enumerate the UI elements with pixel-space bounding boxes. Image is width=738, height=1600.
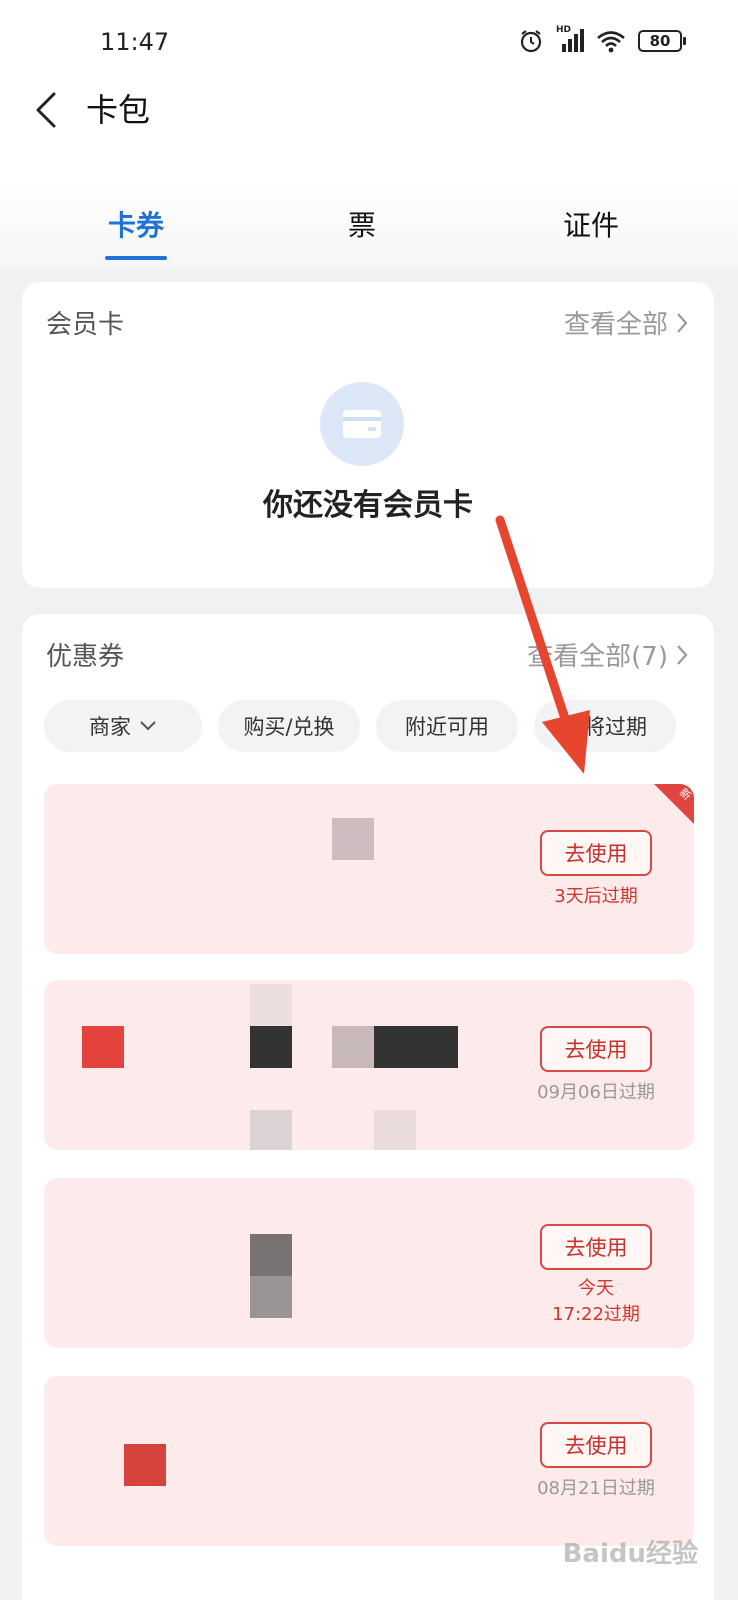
chevron-right-icon bbox=[677, 312, 688, 333]
tab-coupons-label: 卡券 bbox=[107, 209, 164, 242]
tab-coupons[interactable]: 卡券 bbox=[105, 204, 167, 260]
filter-nearby[interactable]: 附近可用 bbox=[376, 700, 518, 752]
use-coupon-button[interactable]: 去使用 bbox=[540, 1026, 652, 1072]
watermark: Baidu经验 bbox=[562, 1539, 698, 1569]
card-icon bbox=[343, 410, 381, 438]
wifi-icon bbox=[596, 29, 626, 53]
page-title: 卡包 bbox=[86, 91, 151, 129]
coupon-view-all[interactable]: 查看全部(7) bbox=[527, 636, 690, 673]
coupon-item[interactable]: 去使用 今天 17:22过期 bbox=[44, 1178, 694, 1348]
coupon-expiry-line1: 08月21日过期 bbox=[537, 1478, 655, 1499]
alarm-icon bbox=[518, 28, 544, 54]
redacted-block bbox=[250, 1234, 292, 1276]
redacted-block bbox=[250, 1110, 292, 1150]
redacted-block bbox=[332, 818, 374, 860]
redacted-block bbox=[250, 984, 292, 1026]
coupon-expiry-line2: 17:22过期 bbox=[552, 1304, 640, 1325]
chevron-left-icon bbox=[36, 92, 56, 128]
filter-merchant-label: 商家 bbox=[89, 715, 131, 739]
coupon-view-all-label: 查看全部(7) bbox=[527, 642, 668, 672]
tab-bar: 卡券 票 证件 bbox=[0, 180, 738, 270]
tab-tickets[interactable]: 票 bbox=[346, 204, 378, 260]
tab-active-indicator bbox=[105, 256, 167, 260]
status-time: 11:47 bbox=[100, 28, 170, 56]
coupon-expiry: 09月06日过期 bbox=[510, 1080, 682, 1106]
member-card-title: 会员卡 bbox=[46, 310, 125, 340]
chevron-right-icon bbox=[677, 644, 688, 665]
app-header: 卡包 bbox=[0, 80, 738, 180]
member-card-section: 会员卡 查看全部 你还没有会员卡 bbox=[22, 282, 714, 588]
use-coupon-button[interactable]: 去使用 bbox=[540, 1422, 652, 1468]
coupon-expiry: 今天 17:22过期 bbox=[510, 1276, 682, 1328]
filter-expiring-soon-label: 即将过期 bbox=[563, 715, 647, 739]
empty-member-card-text: 你还没有会员卡 bbox=[263, 488, 473, 523]
redacted-block bbox=[250, 1026, 292, 1068]
redacted-block bbox=[374, 1026, 458, 1068]
member-card-view-all-label: 查看全部 bbox=[563, 310, 668, 340]
status-icons: HD 80 bbox=[518, 25, 686, 54]
coupon-expiry-line1: 3天后过期 bbox=[554, 886, 638, 907]
coupon-item[interactable]: 去使用 3天后过期 新 bbox=[44, 784, 694, 954]
tab-certificates-label: 证件 bbox=[562, 209, 619, 242]
coupon-expiry-line1: 今天 bbox=[578, 1278, 614, 1299]
chevron-down-icon bbox=[140, 721, 156, 731]
battery-level: 80 bbox=[649, 32, 671, 50]
signal-icon: HD bbox=[556, 25, 584, 54]
filter-merchant[interactable]: 商家 bbox=[44, 700, 202, 752]
filter-purchase-exchange[interactable]: 购买/兑换 bbox=[218, 700, 360, 752]
redacted-block bbox=[332, 1026, 374, 1068]
filter-nearby-label: 附近可用 bbox=[405, 715, 489, 739]
coupon-expiry-line1: 09月06日过期 bbox=[537, 1082, 655, 1103]
tab-certificates[interactable]: 证件 bbox=[561, 204, 621, 260]
coupon-filters: 商家 购买/兑换 附近可用 即将过期 bbox=[44, 700, 676, 752]
coupon-item[interactable]: 去使用 09月06日过期 bbox=[44, 980, 694, 1150]
card-wallet-page: 11:47 HD 80 卡包 卡券 票 证件 会员卡 查看全部 你还没有会员卡 … bbox=[0, 0, 738, 1600]
member-card-view-all[interactable]: 查看全部 bbox=[564, 304, 690, 341]
status-bar: 11:47 HD 80 bbox=[0, 0, 738, 80]
battery-indicator: 80 bbox=[638, 30, 686, 52]
redacted-block bbox=[250, 1276, 292, 1318]
coupon-expiry: 08月21日过期 bbox=[510, 1476, 682, 1502]
coupon-item[interactable]: 去使用 08月21日过期 bbox=[44, 1376, 694, 1546]
back-button[interactable] bbox=[28, 90, 68, 130]
coupon-expiry: 3天后过期 bbox=[510, 884, 682, 910]
use-coupon-button[interactable]: 去使用 bbox=[540, 830, 652, 876]
redacted-block bbox=[82, 1026, 124, 1068]
use-coupon-button[interactable]: 去使用 bbox=[540, 1224, 652, 1270]
redacted-block bbox=[374, 1110, 416, 1150]
tab-tickets-label: 票 bbox=[347, 209, 376, 242]
empty-card-icon bbox=[320, 382, 404, 466]
redacted-block bbox=[124, 1444, 166, 1486]
filter-expiring-soon[interactable]: 即将过期 bbox=[534, 700, 676, 752]
coupon-title: 优惠券 bbox=[46, 642, 125, 672]
filter-purchase-exchange-label: 购买/兑换 bbox=[243, 715, 335, 739]
